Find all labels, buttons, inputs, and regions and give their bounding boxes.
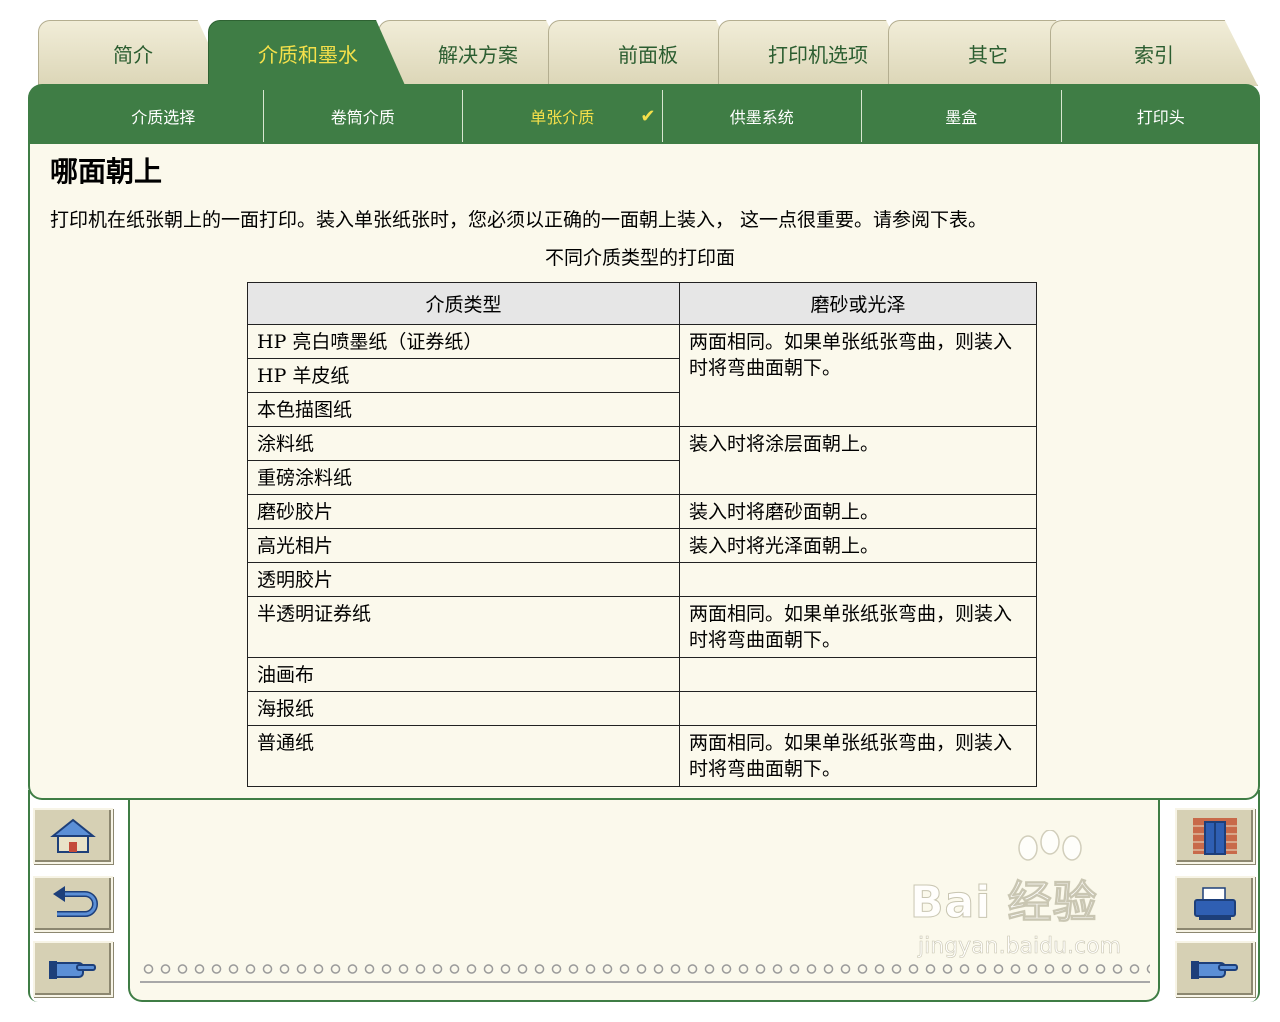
- media-cell: 高光相片: [247, 528, 680, 563]
- side-cell: [679, 562, 1037, 597]
- media-cell: 普通纸: [247, 725, 680, 787]
- table-row: 涂料纸 装入时将涂层面朝上。: [247, 426, 1037, 495]
- subnav-label: 单张介质: [530, 108, 595, 127]
- media-cell: HP 亮白喷墨纸（证券纸）: [247, 324, 680, 359]
- subnav-printheads[interactable]: 打印头: [1062, 90, 1261, 142]
- subnav-ink-cartridges[interactable]: 墨盒: [862, 90, 1062, 142]
- table-caption: 不同介质类型的打印面: [544, 247, 735, 269]
- subnav-roll-media[interactable]: 卷筒介质: [264, 90, 463, 142]
- table-row: 高光相片 装入时将光泽面朝上。: [247, 528, 1037, 563]
- subnav-ink-system[interactable]: 供墨系统: [663, 90, 862, 142]
- column-header-matte-gloss: 磨砂或光泽: [679, 282, 1037, 325]
- subnav-label: 介质选择: [131, 108, 196, 127]
- table-row: 磨砂胶片 装入时将磨砂面朝上。: [247, 494, 1037, 529]
- side-cell: 两面相同。如果单张纸张弯曲，则装入时将弯曲面朝下。: [679, 324, 1037, 427]
- side-cell: [679, 691, 1037, 726]
- tab-intro[interactable]: 简介: [38, 20, 228, 86]
- checkmark-icon: ✔: [640, 105, 656, 127]
- subnav-label: 墨盒: [945, 108, 978, 127]
- table-header-row: 介质类型 磨砂或光泽: [247, 282, 1037, 325]
- table-row: 透明胶片: [247, 562, 1037, 597]
- tab-label: 打印机选项: [768, 43, 868, 67]
- page-title: 哪面朝上: [50, 155, 163, 188]
- tab-label: 介质和墨水: [258, 43, 358, 67]
- subnav-media-selection[interactable]: 介质选择: [64, 90, 264, 142]
- media-cell: 半透明证券纸: [247, 596, 680, 658]
- tab-media-and-ink[interactable]: 介质和墨水: [208, 20, 408, 92]
- media-cell: HP 羊皮纸: [247, 358, 680, 393]
- media-cell: 油画布: [247, 657, 680, 692]
- brick-door-icon: [1193, 818, 1237, 855]
- tab-label: 解决方案: [438, 43, 518, 67]
- side-cell: [679, 657, 1037, 692]
- side-cell: 装入时将磨砂面朝上。: [679, 494, 1037, 529]
- tab-label: 索引: [1134, 43, 1174, 67]
- print-button[interactable]: [1175, 876, 1255, 932]
- media-cell: 重磅涂料纸: [247, 460, 680, 495]
- tab-index[interactable]: 索引: [1050, 20, 1258, 86]
- forward-button[interactable]: [1175, 941, 1255, 997]
- back-button[interactable]: [33, 876, 113, 932]
- intro-text: 打印机在纸张朝上的一面打印。装入单张纸张时，您必须以正确的一面朝上装入， 这一点…: [50, 209, 988, 231]
- tab-label: 其它: [968, 43, 1008, 67]
- tab-label: 前面板: [618, 43, 678, 67]
- tab-label: 简介: [113, 43, 153, 67]
- table-row: 油画布: [247, 657, 1037, 692]
- subnav-sheet-media[interactable]: 单张介质 ✔: [463, 90, 663, 142]
- media-side-table: 介质类型 磨砂或光泽 HP 亮白喷墨纸（证券纸） 两面相同。如果单张纸张弯曲，则…: [247, 282, 1037, 787]
- table-row: 半透明证券纸 两面相同。如果单张纸张弯曲，则装入时将弯曲面朝下。: [247, 596, 1037, 658]
- top-tab-bar: 简介 解决方案 前面板 打印机选项 其它 索引 介质和墨水: [28, 20, 1260, 92]
- home-icon: [50, 818, 96, 853]
- back-icon: [53, 886, 98, 917]
- watermark-brand: Bai 经验: [910, 877, 1098, 929]
- media-cell: 海报纸: [247, 691, 680, 726]
- next-page-button[interactable]: [33, 941, 113, 997]
- table-row: 普通纸 两面相同。如果单张纸张弯曲，则装入时将弯曲面朝下。: [247, 725, 1037, 787]
- next-hand-icon: [49, 961, 96, 979]
- spiral-rings: [140, 963, 1150, 1001]
- table-row: 海报纸: [247, 691, 1037, 726]
- media-cell: 磨砂胶片: [247, 494, 680, 529]
- side-cell: 两面相同。如果单张纸张弯曲，则装入时将弯曲面朝下。: [679, 596, 1037, 658]
- column-header-media-type: 介质类型: [247, 282, 680, 325]
- exit-button[interactable]: [1175, 808, 1255, 864]
- watermark-url: jingyan.baidu.com: [918, 934, 1122, 960]
- subnav-label: 打印头: [1136, 108, 1185, 127]
- side-cell: 装入时将光泽面朝上。: [679, 528, 1037, 563]
- table-row: HP 亮白喷墨纸（证券纸） 两面相同。如果单张纸张弯曲，则装入时将弯曲面朝下。: [247, 324, 1037, 427]
- subnav-label: 卷筒介质: [330, 108, 395, 127]
- media-cell: 透明胶片: [247, 562, 680, 597]
- home-button[interactable]: [33, 808, 113, 864]
- media-cell: 本色描图纸: [247, 392, 680, 427]
- side-cell: 装入时将涂层面朝上。: [679, 426, 1037, 495]
- sub-navigation: 介质选择 卷筒介质 单张介质 ✔ 供墨系统 墨盒 打印头: [28, 84, 1260, 144]
- pointing-hand-icon: [1191, 961, 1238, 979]
- subnav-label: 供墨系统: [729, 108, 794, 127]
- media-cell: 涂料纸: [247, 426, 680, 461]
- printer-icon: [1194, 887, 1236, 920]
- side-cell: 两面相同。如果单张纸张弯曲，则装入时将弯曲面朝下。: [679, 725, 1037, 787]
